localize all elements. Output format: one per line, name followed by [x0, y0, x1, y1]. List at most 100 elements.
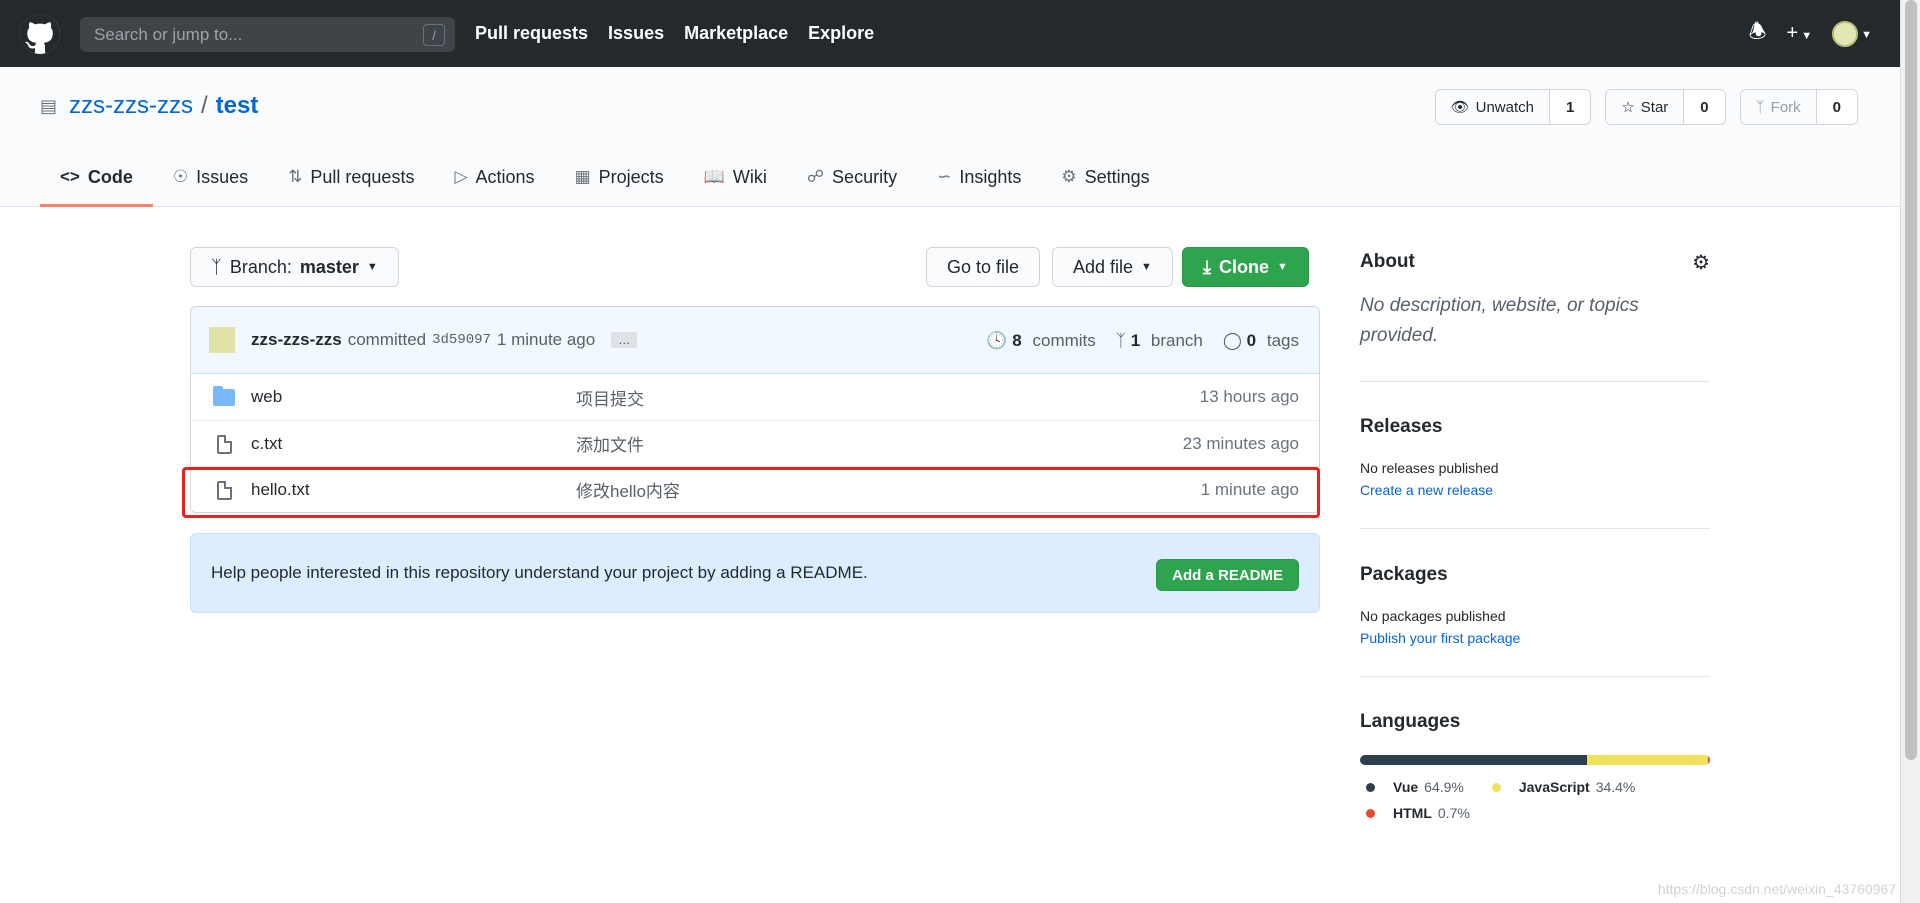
clone-label: Clone	[1218, 256, 1269, 277]
publish-package-link[interactable]: Publish your first package	[1360, 630, 1710, 646]
languages-title: Languages	[1360, 711, 1461, 732]
commits-link[interactable]: 🕓 8 commits	[986, 331, 1095, 351]
releases-empty-text: No releases published	[1360, 460, 1499, 476]
search-input[interactable]: Search or jump to... /	[80, 17, 455, 52]
github-logo-icon[interactable]	[20, 13, 60, 54]
add-file-button[interactable]: Add file ▼	[1052, 247, 1173, 287]
star-label: Star	[1640, 98, 1669, 116]
tab-security[interactable]: ☍ Security	[787, 148, 917, 206]
avatar[interactable]	[209, 327, 235, 353]
tab-projects[interactable]: ▦ Projects	[555, 148, 684, 206]
tab-insights[interactable]: ∽ Insights	[917, 148, 1041, 206]
tab-issues[interactable]: ☉ Issues	[153, 148, 268, 206]
commit-expand-button[interactable]: …	[611, 332, 638, 348]
nav-issues[interactable]: Issues	[608, 23, 664, 44]
star-button[interactable]: ☆ Star	[1606, 90, 1685, 124]
commit-author[interactable]: zzs-zzs-zzs	[251, 330, 342, 350]
search-shortcut-key: /	[423, 24, 445, 46]
language-name: JavaScript	[1518, 779, 1590, 795]
tab-pull-requests[interactable]: ⇅ Pull requests	[268, 148, 434, 206]
language-bar-segment[interactable]	[1360, 755, 1588, 765]
unwatch-label: Unwatch	[1475, 98, 1534, 116]
about-header: About ⚙	[1360, 247, 1710, 277]
user-menu[interactable]: ▼	[1832, 20, 1872, 47]
global-header: Search or jump to... / Pull requests Iss…	[0, 0, 1900, 67]
file-rows: web 项目提交 13 hours ago c.txt 添加文件 23 minu…	[191, 374, 1319, 512]
unwatch-button[interactable]: 👁 Unwatch	[1435, 90, 1550, 124]
branch-icon: ᛉ	[1115, 330, 1126, 350]
releases-section: Releases No releases published Create a …	[1360, 382, 1710, 498]
scrollbar-thumb[interactable]	[1905, 0, 1917, 760]
watch-button-group: 👁 Unwatch 1	[1434, 89, 1592, 125]
fork-count[interactable]: 0	[1816, 90, 1857, 124]
graph-icon: ∽	[937, 167, 952, 186]
watch-count[interactable]: 1	[1549, 90, 1591, 124]
table-row[interactable]: hello.txt 修改hello内容 1 minute ago	[191, 466, 1319, 512]
nav-pull-requests[interactable]: Pull requests	[475, 23, 588, 44]
tags-label: tags	[1266, 330, 1299, 350]
language-item[interactable]: JavaScript 34.4%	[1491, 779, 1635, 795]
commit-sha[interactable]: 3d59097	[432, 332, 491, 348]
releases-title[interactable]: Releases	[1360, 416, 1710, 438]
language-name: HTML	[1393, 805, 1432, 821]
language-bar-segment[interactable]	[1707, 755, 1710, 765]
tab-settings[interactable]: ⚙ Settings	[1041, 148, 1169, 206]
clone-button[interactable]: ⤓ Clone ▼	[1182, 247, 1309, 287]
page-scrollbar[interactable]	[1900, 0, 1920, 903]
commit-stats: 🕓 8 commits ᛉ 1 branch ◯ 0 tags	[986, 307, 1299, 374]
tab-label: Settings	[1084, 166, 1150, 187]
history-icon: 🕓	[986, 330, 1008, 350]
bell-icon[interactable]: 🕭	[1749, 17, 1767, 51]
language-name: Vue	[1393, 779, 1419, 795]
gear-icon[interactable]: ⚙	[1692, 250, 1710, 275]
language-item[interactable]: Vue 64.9%	[1366, 779, 1464, 795]
language-bar-segment[interactable]	[1587, 755, 1708, 765]
table-row[interactable]: c.txt 添加文件 23 minutes ago	[191, 420, 1319, 466]
file-toolbar: ᛉ Branch: master ▼ Go to file Add file ▼ …	[190, 247, 1320, 287]
repo-separator: /	[201, 92, 208, 119]
commits-count: 8	[1012, 330, 1022, 350]
tab-wiki[interactable]: 📖 Wiki	[684, 148, 787, 206]
nav-explore[interactable]: Explore	[808, 23, 874, 44]
caret-down-icon: ▼	[1141, 261, 1152, 273]
go-to-file-button[interactable]: Go to file	[926, 247, 1041, 287]
packages-title[interactable]: Packages	[1360, 564, 1710, 586]
tab-label: Insights	[959, 166, 1022, 187]
branch-select-button[interactable]: ᛉ Branch: master ▼	[190, 247, 399, 287]
nav-marketplace[interactable]: Marketplace	[684, 23, 788, 44]
gear-icon: ⚙	[1061, 167, 1077, 186]
table-row[interactable]: web 项目提交 13 hours ago	[191, 374, 1319, 420]
repo-owner-link[interactable]: zzs-zzs-zzs	[69, 92, 193, 120]
commit-verb: committed	[347, 330, 427, 349]
tab-label: Pull requests	[310, 166, 415, 187]
language-color-dot	[1366, 808, 1375, 818]
file-name-link[interactable]: hello.txt	[251, 480, 576, 500]
branches-link[interactable]: ᛉ 1 branch	[1116, 331, 1203, 351]
commit-time: 1 minute ago	[496, 330, 596, 349]
star-count[interactable]: 0	[1684, 90, 1725, 124]
create-new-dropdown[interactable]: + ▼	[1787, 22, 1813, 45]
create-release-link[interactable]: Create a new release	[1360, 482, 1710, 498]
tag-icon: ◯	[1222, 330, 1242, 350]
search-placeholder: Search or jump to...	[94, 24, 243, 44]
file-name-link[interactable]: c.txt	[251, 434, 576, 454]
tags-link[interactable]: ◯ 0 tags	[1223, 331, 1299, 351]
fork-button[interactable]: ᛉ Fork	[1740, 90, 1817, 124]
branch-prefix: Branch:	[229, 256, 292, 277]
file-name-link[interactable]: web	[251, 387, 576, 407]
star-icon: ☆	[1621, 99, 1635, 116]
language-item[interactable]: HTML 0.7%	[1366, 805, 1470, 821]
branch-icon: ᛉ	[211, 256, 222, 277]
add-readme-button[interactable]: Add a README	[1156, 559, 1299, 591]
repo-name-link[interactable]: test	[216, 92, 259, 120]
tab-label: Actions	[475, 166, 535, 187]
fork-button-group: ᛉ Fork 0	[1739, 89, 1858, 125]
readme-prompt-text: Help people interested in this repositor…	[211, 563, 868, 582]
packages-section: Packages No packages published Publish y…	[1360, 529, 1710, 646]
file-list: zzs-zzs-zzs committed 3d59097 1 minute a…	[190, 306, 1320, 513]
file-icon	[209, 433, 239, 454]
tab-actions[interactable]: ▷ Actions	[434, 148, 554, 206]
branch-count: 1	[1130, 330, 1141, 350]
eye-icon: 👁	[1450, 99, 1470, 116]
tab-code[interactable]: <> Code	[40, 148, 153, 207]
